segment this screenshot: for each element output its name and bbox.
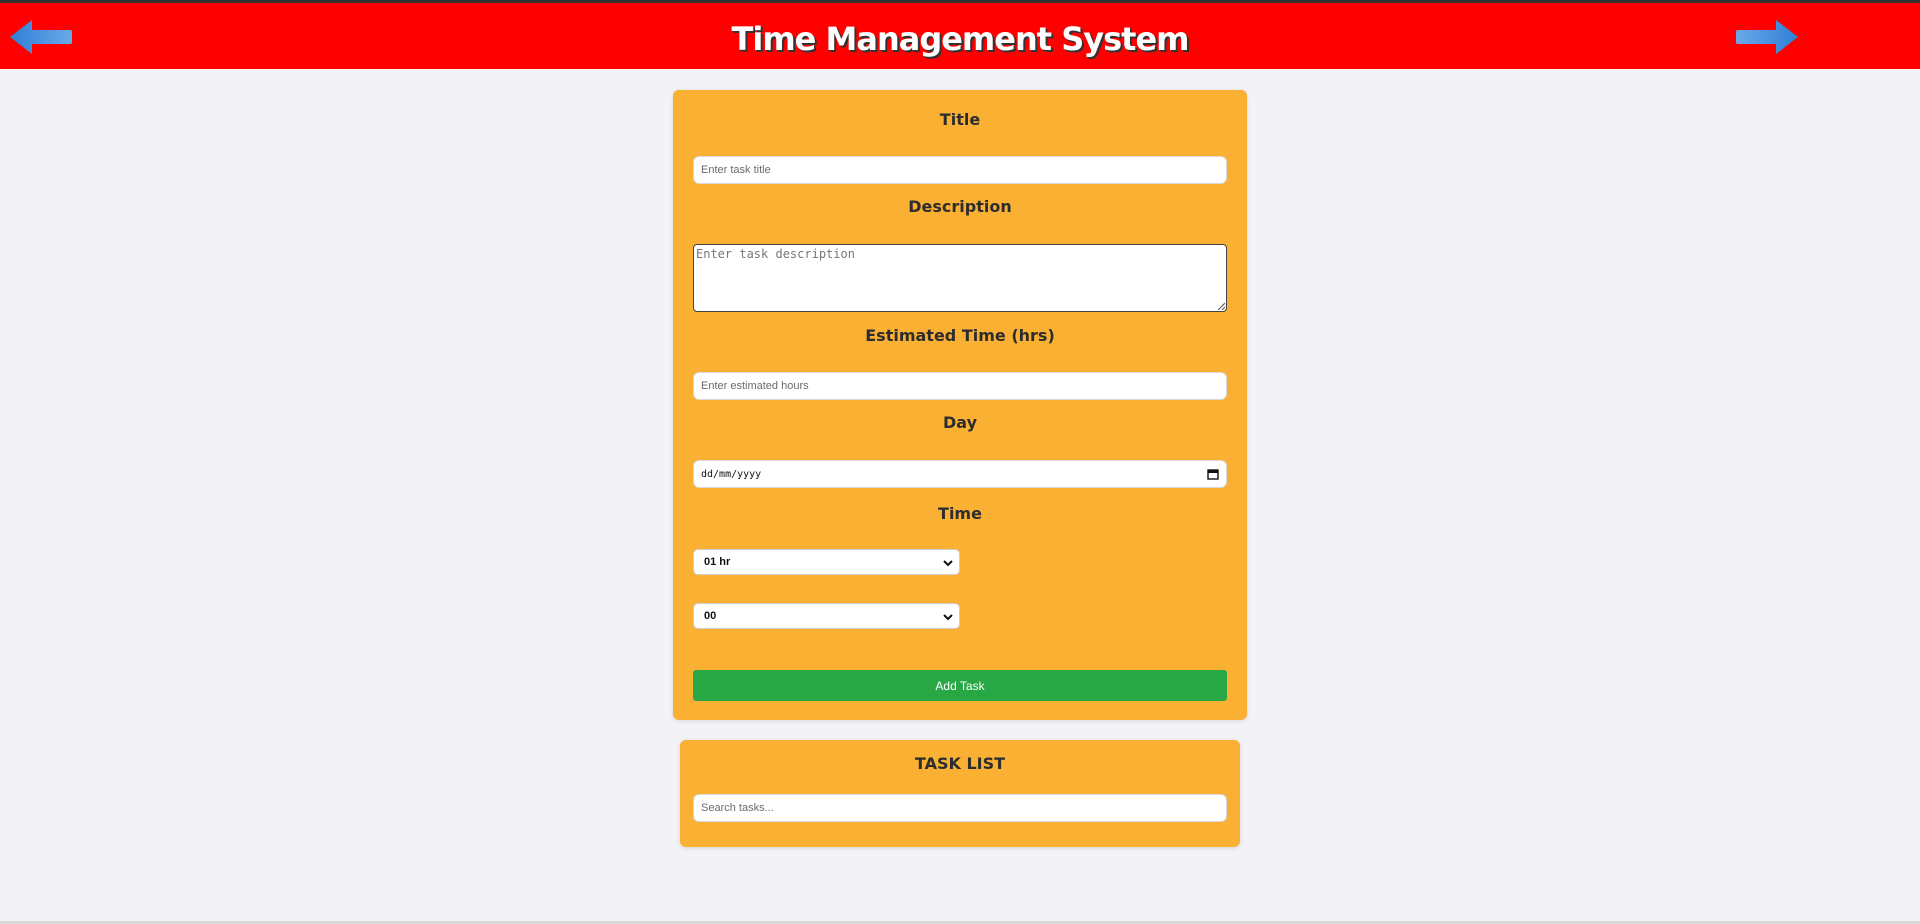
chevron-down-icon: [943, 560, 953, 567]
description-placeholder: Enter task description: [696, 247, 855, 261]
minute-select-value: 00: [704, 610, 717, 622]
estimated-hours-placeholder: Enter estimated hours: [701, 380, 809, 392]
title-label: Title: [939, 110, 981, 129]
calendar-icon[interactable]: [1207, 468, 1219, 480]
task-list-title: TASK LIST: [914, 754, 1006, 773]
hour-select[interactable]: 01 hr: [693, 549, 960, 575]
task-list-card: TASK LIST Search tasks...: [680, 740, 1240, 847]
minute-select[interactable]: 00: [693, 603, 960, 629]
estimated-hours-input[interactable]: Enter estimated hours: [693, 372, 1227, 400]
task-form-card: Title Enter task title Description Enter…: [673, 90, 1247, 720]
time-label: Time: [938, 504, 982, 523]
estimated-time-label: Estimated Time (hrs): [865, 326, 1055, 345]
title-input[interactable]: Enter task title: [693, 156, 1227, 184]
day-date-placeholder: dd/mm/yyyy: [701, 468, 762, 480]
title-input-placeholder: Enter task title: [701, 164, 771, 176]
hour-select-value: 01 hr: [704, 556, 731, 568]
search-tasks-placeholder: Search tasks...: [701, 802, 774, 814]
resize-grip-icon[interactable]: [1217, 302, 1225, 310]
page-title: Time Management System: [731, 20, 1190, 58]
description-label: Description: [908, 197, 1012, 216]
day-date-input[interactable]: dd/mm/yyyy: [693, 460, 1227, 488]
chevron-down-icon: [943, 614, 953, 621]
description-textarea[interactable]: Enter task description: [693, 244, 1227, 312]
forward-arrow-icon[interactable]: [1736, 17, 1800, 57]
back-arrow-icon[interactable]: [8, 17, 72, 57]
search-tasks-input[interactable]: Search tasks...: [693, 794, 1227, 822]
add-task-button[interactable]: Add Task: [693, 670, 1227, 701]
day-label: Day: [942, 413, 977, 432]
